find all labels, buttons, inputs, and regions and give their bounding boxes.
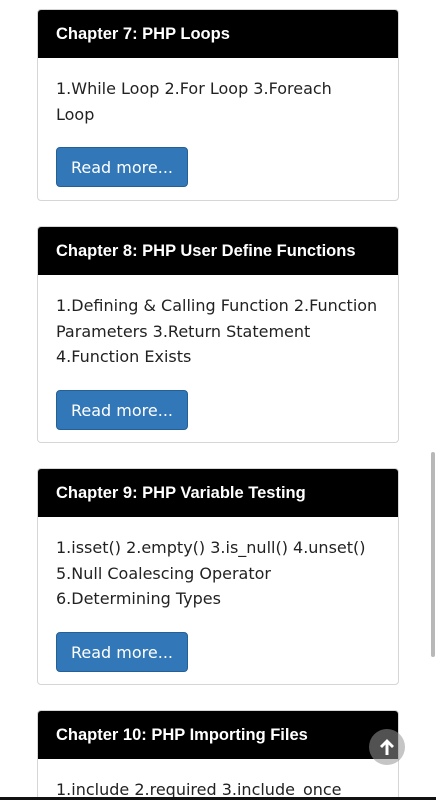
chapter-body: 1.isset() 2.empty() 3.is_null() 4.unset(… bbox=[38, 517, 398, 672]
chapter-body: 1.include 2.required 3.include_once bbox=[38, 759, 398, 800]
chapter-description: 1.While Loop 2.For Loop 3.Foreach Loop bbox=[56, 76, 380, 127]
chapter-card-9: Chapter 9: PHP Variable Testing 1.isset(… bbox=[37, 468, 399, 685]
read-more-button[interactable]: Read more... bbox=[56, 389, 188, 430]
read-more-button[interactable]: Read more... bbox=[56, 631, 188, 672]
chapter-description: 1.isset() 2.empty() 3.is_null() 4.unset(… bbox=[56, 535, 380, 612]
chapter-body: 1.Defining & Calling Function 2.Function… bbox=[38, 275, 398, 430]
description-line: Parameters 3.Return Statement bbox=[56, 321, 311, 341]
description-line: 1.Defining & Calling Function 2.Function bbox=[56, 296, 378, 315]
chapter-card-7: Chapter 7: PHP Loops 1.While Loop 2.For … bbox=[37, 9, 399, 201]
chapter-card-8: Chapter 8: PHP User Define Functions 1.D… bbox=[37, 226, 399, 443]
description-line: Loop bbox=[56, 104, 95, 124]
arrow-up-icon bbox=[380, 739, 394, 755]
read-more-button[interactable]: Read more... bbox=[56, 147, 188, 187]
chapter-title: Chapter 10: PHP Importing Files bbox=[38, 711, 398, 759]
description-line: 6.Determining Types bbox=[56, 589, 221, 608]
chapter-title: Chapter 9: PHP Variable Testing bbox=[38, 469, 398, 517]
scrollbar-thumb[interactable] bbox=[431, 452, 435, 657]
description-line: 4.Function Exists bbox=[56, 347, 192, 366]
description-line: 1.isset() 2.empty() 3.is_null() 4.unset(… bbox=[56, 538, 366, 557]
description-line: 1.While Loop 2.For Loop 3.Foreach bbox=[56, 79, 332, 98]
chapter-description: 1.Defining & Calling Function 2.Function… bbox=[56, 293, 380, 370]
page-viewport[interactable]: Chapter 7: PHP Loops 1.While Loop 2.For … bbox=[0, 0, 436, 800]
chapter-title: Chapter 7: PHP Loops bbox=[38, 10, 398, 58]
scrollbar[interactable] bbox=[430, 0, 436, 800]
chapter-card-10: Chapter 10: PHP Importing Files 1.includ… bbox=[37, 710, 399, 800]
scroll-to-top-button[interactable] bbox=[369, 729, 405, 765]
chapter-body: 1.While Loop 2.For Loop 3.Foreach Loop R… bbox=[38, 58, 398, 187]
description-line: 5.Null Coalescing Operator bbox=[56, 563, 271, 583]
chapter-title: Chapter 8: PHP User Define Functions bbox=[38, 227, 398, 275]
